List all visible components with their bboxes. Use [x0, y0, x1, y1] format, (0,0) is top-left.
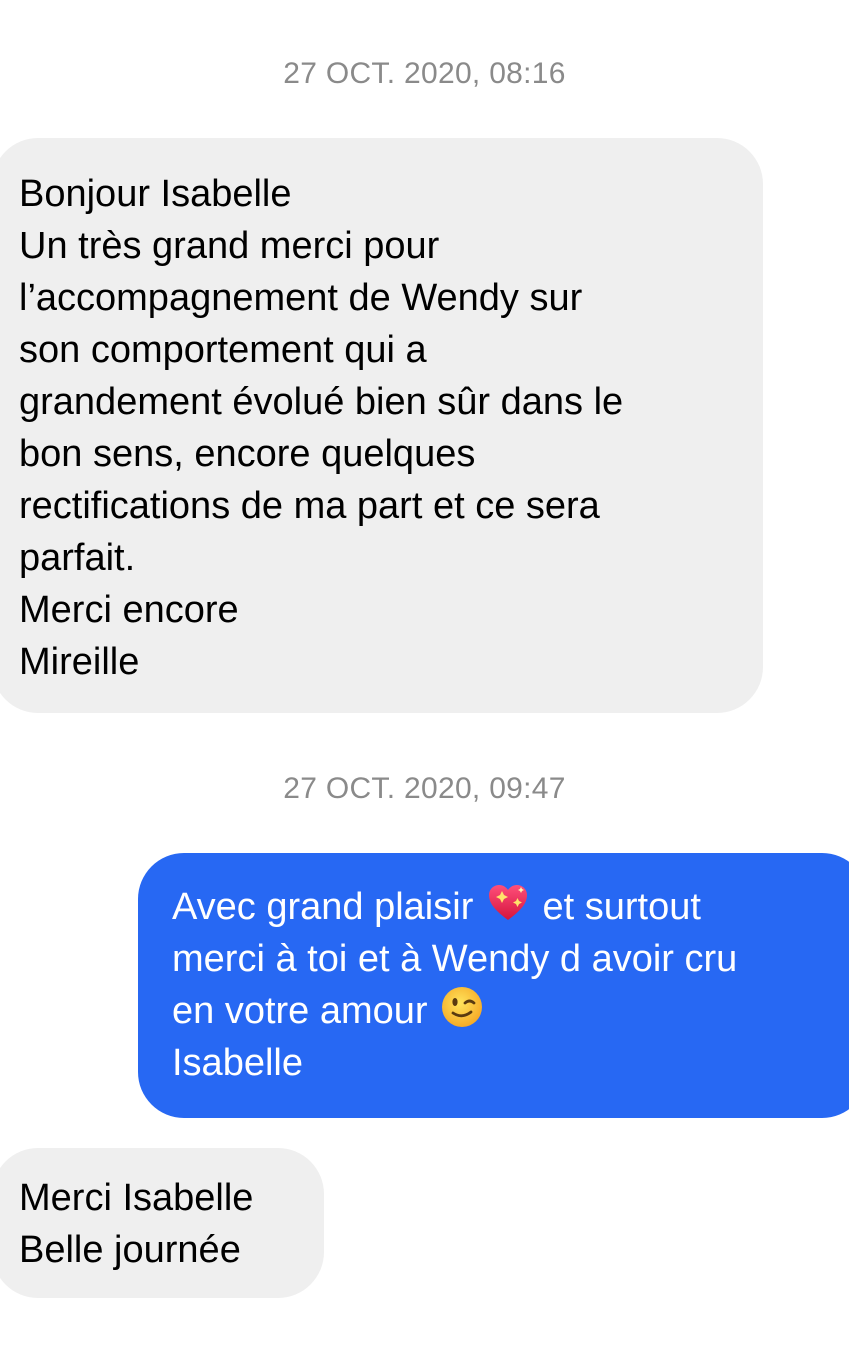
message-text: en votre amour [172, 990, 428, 1032]
message-text: Avec grand plaisir [172, 886, 474, 928]
incoming-message-bubble[interactable]: Merci Isabelle Belle journée [0, 1148, 324, 1298]
message-line: Mireille [19, 641, 140, 683]
message-line: Merci Isabelle [19, 1177, 254, 1219]
message-line: merci à toi et à Wendy d avoir cru [172, 938, 738, 980]
message-line: grandement évolué bien sûr dans le [19, 381, 624, 423]
winking-face-icon [442, 987, 483, 1027]
message-line: rectifications de ma part et ce sera [19, 485, 600, 527]
message-line: Merci encore [19, 589, 239, 631]
message-line: son comportement qui a [19, 329, 427, 371]
message-text: et surtout [542, 886, 701, 928]
message-line: l’accompagnement de Wendy sur [19, 277, 583, 319]
message-timestamp: 27 OCT. 2020, 08:16 [283, 57, 566, 90]
sparkling-heart-icon [488, 885, 527, 920]
message-line: en votre amour [172, 985, 849, 1037]
incoming-message-bubble[interactable]: Bonjour Isabelle Un très grand merci pou… [0, 138, 763, 713]
message-line: Belle journée [19, 1229, 241, 1271]
message-line: Isabelle [172, 1042, 303, 1084]
message-line: Bonjour Isabelle [19, 173, 292, 215]
outgoing-message-bubble[interactable]: Avec grand plaisir et surtout merci à to… [138, 853, 849, 1118]
message-line: Avec grand plaisir et surtout [172, 881, 849, 933]
message-timestamp: 27 OCT. 2020, 09:47 [283, 772, 566, 805]
message-line: Un très grand merci pour [19, 225, 440, 267]
message-line: parfait. [19, 537, 136, 579]
message-line: bon sens, encore quelques [19, 433, 476, 475]
